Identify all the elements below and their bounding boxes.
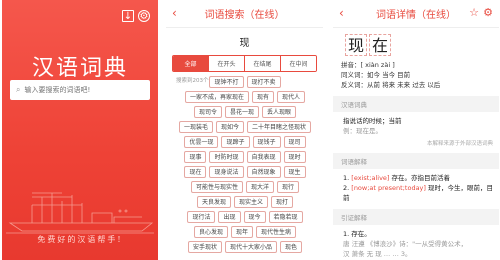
result-word-chip[interactable]: 时防时现	[209, 151, 244, 163]
yinzheng-line: 唐 汪遵 《博浪沙》诗："一从受得黄公术，	[343, 240, 468, 248]
result-word-chip[interactable]: 可能性与现实性	[190, 181, 243, 193]
yinzheng-definitions: 1. 存在。 唐 汪遵 《博浪沙》诗："一从受得黄公术， 汉 萧条 无 现 … …	[343, 229, 499, 259]
search-screen: ‹ 词语搜索（在线） 现 全部 在开头 在结尾 在中间 搜索到203个词 现钟不…	[166, 0, 323, 260]
tab-middle[interactable]: 在中间	[281, 56, 316, 71]
result-word-chip[interactable]: 现司	[283, 136, 306, 148]
result-row: 现行法 出现 现今 若隐若现	[172, 211, 318, 223]
result-row: 现司令 昙花一现 丢人现眼	[172, 106, 318, 118]
tab-end[interactable]: 在结尾	[245, 56, 281, 71]
hanyu-example: 例：现在是。	[343, 127, 382, 135]
result-word-chip[interactable]: 现年	[230, 226, 253, 238]
synonyms: 同义词：如今 当今 目前	[341, 71, 411, 79]
result-word-chip[interactable]: 现蹄子	[221, 136, 250, 148]
result-word-chip[interactable]: 现代十大家小品	[224, 241, 277, 253]
hanyu-def: 指说话的时候；当前	[343, 117, 402, 125]
result-word-chip[interactable]: 自我表现	[246, 151, 281, 163]
tab-start[interactable]: 在开头	[209, 56, 245, 71]
download-icon[interactable]: ↓	[122, 10, 134, 22]
yinzheng-line: 1. 存在。	[343, 230, 371, 238]
result-word-chip[interactable]: 丢人现眼	[262, 106, 297, 118]
result-word-chip[interactable]: 现今	[243, 211, 266, 223]
result-word-chip[interactable]: 自然现象	[246, 166, 281, 178]
result-word-chip[interactable]: 出现	[218, 211, 241, 223]
result-row: 可能性与现实性 现大洋 现行	[172, 181, 318, 193]
section-yinzheng: 引证解释	[333, 209, 499, 225]
result-row: 现在 现身说法 自然现象 现生	[172, 166, 318, 178]
result-word-chip[interactable]: 现行法	[187, 211, 216, 223]
word-char: 在	[369, 34, 391, 56]
settings-icon[interactable]: ⚙	[483, 6, 493, 19]
cidian-definitions: 1. [exist;alive] 存在。亦指目前活着 2. [now;at pr…	[343, 173, 499, 203]
result-word-chip[interactable]: 现钟不打	[209, 76, 244, 88]
detail-header-title: 词语详情（在线）	[376, 10, 456, 21]
result-word-chip[interactable]: 优昙一现	[184, 136, 219, 148]
result-row: 天良发现 现实主义 现打	[172, 196, 318, 208]
result-word-chip[interactable]: 现行	[277, 181, 300, 193]
search-input[interactable]	[24, 86, 135, 94]
cidian-line: 2. [now;at present;today] 现时，今生，眼前，目前	[343, 184, 494, 202]
result-word-chip[interactable]: 若隐若现	[268, 211, 303, 223]
search-header-title: 词语搜索（在线）	[204, 10, 285, 21]
hanyu-definition: 指说话的时候；当前 例：现在是。	[343, 116, 499, 136]
cidian-line: 1. [exist;alive] 存在。亦指目前活着	[343, 174, 451, 182]
result-word-chip[interactable]: 现司令	[193, 106, 222, 118]
search-icon: ⌕	[16, 85, 21, 94]
filter-tabs: 全部 在开头 在结尾 在中间	[172, 55, 317, 72]
source-note: 本解释来源于外部汉语词典	[426, 141, 493, 147]
result-word-chip[interactable]: 二十年目睹之怪现状	[247, 121, 312, 133]
word-meta: 拼音：[ xiàn zài ] 同义词：如今 当今 目前 反义词：从前 将来 未…	[341, 60, 499, 90]
antonyms: 反义词：从前 将来 未来 过去 以后	[341, 81, 441, 89]
result-grid: 现钟不打 现打不卖 一家不成，再家现在 现有 现代人 现司令 昙花一现 丢人现眼 一现装毛 现如今…	[172, 76, 318, 256]
word-chars: 现 在	[345, 34, 499, 56]
result-word-chip[interactable]: 现有	[251, 91, 274, 103]
search-box[interactable]: ⌕	[10, 80, 150, 100]
favorite-star-icon[interactable]: ☆	[469, 6, 479, 19]
result-row: 良心发现 现年 现代性生病	[172, 226, 318, 238]
section-cidian: 词语解释	[333, 153, 499, 169]
detail-screen: ‹ 词语详情（在线） ☆ ⚙ 现 在 拼音：[ xiàn zài ] 同义词：如…	[333, 0, 499, 260]
result-word-chip[interactable]: 现打不卖	[246, 76, 281, 88]
back-icon[interactable]: ‹	[172, 6, 177, 20]
result-row: 现钟不打 现打不卖	[172, 76, 318, 88]
result-word-chip[interactable]: 现生	[283, 166, 306, 178]
result-word-chip[interactable]: 现时	[283, 151, 306, 163]
ship-illustration	[6, 192, 154, 234]
result-word-chip[interactable]: 现如今	[215, 121, 244, 133]
yinzheng-line: 汉 萧条 无 现 … … 3。	[343, 250, 412, 258]
back-icon[interactable]: ‹	[339, 6, 344, 20]
result-word-chip[interactable]: 现代人	[277, 91, 306, 103]
settings-icon[interactable]: ⚙	[138, 10, 150, 22]
slogan: 免费好的汉语帮手!	[37, 235, 123, 244]
pinyin: 拼音：[ xiàn zài ]	[341, 61, 395, 69]
result-word-chip[interactable]: 安手现状	[187, 241, 222, 253]
result-word-chip[interactable]: 良心发现	[193, 226, 228, 238]
result-word-chip[interactable]: 现大洋	[245, 181, 274, 193]
section-hanyu: 汉语词典	[333, 96, 499, 112]
result-row: 一家不成，再家现在 现有 现代人	[172, 91, 318, 103]
result-row: 优昙一现 现蹄子 现钱子 现司	[172, 136, 318, 148]
result-word-chip[interactable]: 一现装毛	[178, 121, 213, 133]
home-screen: ↓ ⚙ 汉语词典 ⌕ 免费好的汉语帮手!	[2, 0, 158, 260]
result-word-chip[interactable]: 现钱子	[252, 136, 281, 148]
result-row: 现事 时防时现 自我表现 现时	[172, 151, 318, 163]
detail-header: ‹ 词语详情（在线） ☆ ⚙	[333, 0, 499, 28]
app-title: 汉语词典	[31, 56, 128, 81]
query-char: 现	[239, 38, 250, 49]
result-word-chip[interactable]: 天良发现	[196, 196, 231, 208]
result-word-chip[interactable]: 现代性生病	[256, 226, 297, 238]
result-word-chip[interactable]: 昙花一现	[224, 106, 259, 118]
result-word-chip[interactable]: 现打	[271, 196, 294, 208]
word-char: 现	[345, 34, 367, 56]
result-row: 一现装毛 现如今 二十年目睹之怪现状	[172, 121, 318, 133]
result-word-chip[interactable]: 现实主义	[233, 196, 268, 208]
result-word-chip[interactable]: 现色	[280, 241, 303, 253]
result-word-chip[interactable]: 现身说法	[209, 166, 244, 178]
result-row: 安手现状 现代十大家小品 现色	[172, 241, 318, 253]
search-header: ‹ 词语搜索（在线）	[166, 0, 323, 28]
result-word-chip[interactable]: 现事	[184, 151, 207, 163]
tab-all[interactable]: 全部	[173, 56, 209, 71]
result-word-chip[interactable]: 一家不成，再家现在	[184, 91, 249, 103]
result-word-chip[interactable]: 现在	[184, 166, 207, 178]
